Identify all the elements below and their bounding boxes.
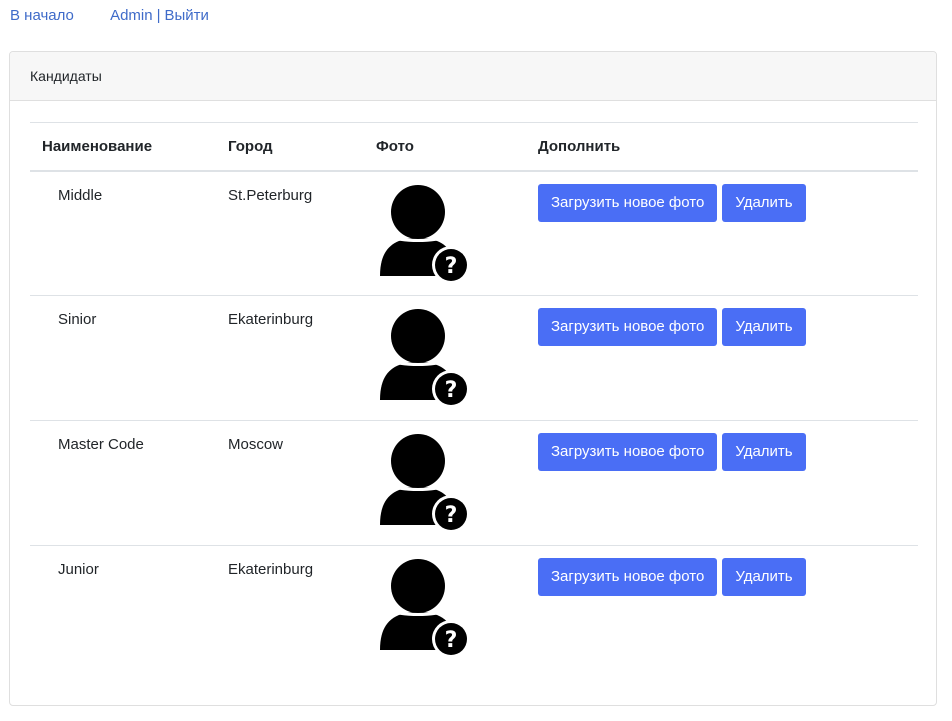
user-link[interactable]: Admin (110, 7, 153, 24)
cell-city: St.Peterburg (228, 186, 313, 204)
header-actions: Дополнить (538, 137, 621, 155)
svg-text:?: ? (445, 254, 458, 279)
unknown-user-icon: ? (380, 434, 470, 533)
cell-name: Middle (58, 186, 103, 204)
nav-separator: | (156, 7, 161, 24)
top-nav: В начало Admin | Выйти (10, 6, 209, 26)
table-row: Master Code Moscow ? Загрузить новое фот… (30, 421, 918, 546)
cell-actions: Загрузить новое фото Удалить (538, 421, 918, 546)
table-header-row: Наименование Город Фото Дополнить (30, 122, 918, 171)
cell-actions: Загрузить новое фото Удалить (538, 296, 918, 421)
upload-photo-button[interactable]: Загрузить новое фото (538, 183, 718, 222)
cell-name: Sinior (58, 311, 97, 328)
upload-photo-button[interactable]: Загрузить новое фото (538, 433, 718, 471)
delete-button[interactable]: Удалить (722, 558, 806, 596)
table-row: Middle St.Peterburg ? Загрузить новое фо… (30, 171, 918, 296)
cell-name: Junior (58, 561, 99, 578)
cell-photo: ? (376, 296, 538, 421)
delete-button[interactable]: Удалить (722, 308, 806, 346)
header-city: Город (228, 137, 273, 155)
candidates-card: Кандидаты Наименование Город Фото Дополн… (9, 51, 937, 706)
delete-button[interactable]: Удалить (722, 183, 806, 222)
upload-photo-button[interactable]: Загрузить новое фото (538, 308, 718, 346)
unknown-user-icon: ? (380, 309, 470, 408)
svg-text:?: ? (445, 378, 458, 403)
table-row: Sinior Ekaterinburg ? Загрузить новое фо… (30, 296, 918, 421)
unknown-user-icon: ? (380, 184, 470, 284)
delete-button[interactable]: Удалить (722, 433, 806, 471)
cell-photo: ? (376, 421, 538, 546)
card-title: Кандидаты (10, 52, 936, 101)
cell-photo: ? (376, 171, 538, 296)
unknown-user-icon: ? (380, 559, 470, 658)
cell-actions: Загрузить новое фото Удалить (538, 171, 918, 296)
candidates-table: Наименование Город Фото Дополнить Middle… (30, 122, 918, 671)
cell-city: Moscow (228, 436, 284, 453)
cell-name: Master Code (58, 436, 144, 453)
upload-photo-button[interactable]: Загрузить новое фото (538, 558, 718, 596)
table-row: Junior Ekaterinburg ? Загрузить новое фо… (30, 546, 918, 671)
header-photo: Фото (376, 137, 414, 155)
svg-text:?: ? (445, 503, 458, 528)
home-link[interactable]: В начало (10, 7, 74, 24)
svg-text:?: ? (445, 628, 458, 653)
cell-photo: ? (376, 546, 538, 671)
cell-city: Ekaterinburg (228, 561, 314, 578)
cell-city: Ekaterinburg (228, 311, 314, 328)
cell-actions: Загрузить новое фото Удалить (538, 546, 918, 671)
header-name: Наименование (42, 137, 153, 155)
logout-link[interactable]: Выйти (165, 7, 209, 24)
